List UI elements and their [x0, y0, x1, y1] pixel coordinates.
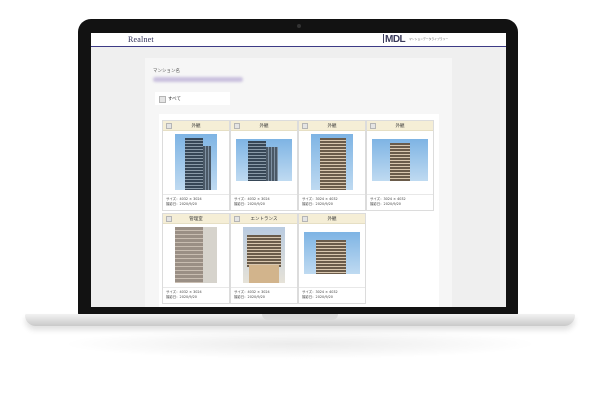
building-photo-icon	[304, 232, 360, 274]
wall-photo-icon	[175, 227, 217, 283]
mdl-logo-subtitle: マンションデータライブラリー	[409, 37, 449, 41]
photo-card[interactable]: 外観 サイズ：3024 × 4032 撮影日：2020/9/20	[298, 120, 366, 211]
photo-card-header: エントランス	[231, 214, 297, 224]
photo-card[interactable]: エントランス サイズ：4032 × 3024 撮影日：2020/9/20	[230, 213, 298, 304]
photo-meta: サイズ：4032 × 3024 撮影日：2020/9/20	[231, 287, 297, 303]
photo-date: 撮影日：2020/9/20	[166, 295, 197, 299]
photo-grid: 外観 サイズ：4032 × 3024 撮影日：2020/9/20 外観 サイズ：…	[159, 114, 439, 307]
laptop-notch	[262, 314, 338, 320]
photo-card-header: 外観	[367, 121, 433, 131]
photo-category: 外観	[327, 123, 337, 129]
mansion-name-label: マンション名	[153, 69, 180, 74]
photo-card[interactable]: 外観 サイズ：3024 × 4032 撮影日：2020/9/20	[366, 120, 434, 211]
photo-date: 撮影日：2020/9/20	[234, 295, 265, 299]
building-photo-icon	[175, 134, 217, 190]
photo-thumbnail-area[interactable]	[163, 224, 229, 287]
photo-thumbnail-area[interactable]	[231, 224, 297, 287]
photo-card-header: 外観	[299, 214, 365, 224]
photo-card-header: 外観	[231, 121, 297, 131]
photo-meta: サイズ：4032 × 3024 撮影日：2020/9/20	[231, 194, 297, 210]
photo-category: 外観	[395, 123, 405, 129]
photo-card-header: 外観	[163, 121, 229, 131]
photo-category: 外観	[327, 216, 337, 222]
photo-thumbnail-area[interactable]	[299, 224, 365, 287]
photo-category: 外観	[191, 123, 201, 129]
select-all-row[interactable]: すべて	[155, 92, 230, 105]
mdl-logo[interactable]: MDL	[383, 34, 406, 45]
photo-meta: サイズ：4032 × 3024 撮影日：2020/9/20	[163, 287, 229, 303]
select-all-label: すべて	[168, 96, 182, 102]
building-photo-icon	[236, 139, 292, 181]
photo-card-header: 外観	[299, 121, 365, 131]
photo-date: 撮影日：2020/9/20	[234, 202, 265, 206]
laptop-screen: Realnet MDL マンションデータライブラリー マンション名 すべて 外観…	[91, 33, 506, 307]
photo-category: エントランス	[250, 216, 278, 222]
photo-thumbnail-area[interactable]	[299, 131, 365, 194]
photo-thumbnail-area[interactable]	[367, 131, 433, 194]
photo-card[interactable]: 外観 サイズ：4032 × 3024 撮影日：2020/9/20	[230, 120, 298, 211]
photo-meta: サイズ：4032 × 3024 撮影日：2020/9/20	[163, 194, 229, 210]
brand-logo[interactable]: Realnet	[128, 35, 154, 44]
photo-date: 撮影日：2020/9/20	[302, 202, 333, 206]
photo-card[interactable]: 外観 サイズ：4032 × 3024 撮影日：2020/9/20	[162, 120, 230, 211]
entrance-photo-icon	[243, 227, 285, 283]
photo-thumbnail-area[interactable]	[231, 131, 297, 194]
photo-card[interactable]: 管理室 サイズ：4032 × 3024 撮影日：2020/9/20	[162, 213, 230, 304]
photo-meta: サイズ：3024 × 4032 撮影日：2020/9/20	[299, 287, 365, 303]
select-all-checkbox[interactable]	[159, 96, 166, 103]
building-photo-icon	[372, 139, 428, 181]
laptop-camera	[297, 24, 301, 28]
laptop-shadow	[60, 329, 540, 359]
photo-card[interactable]: 外観 サイズ：3024 × 4032 撮影日：2020/9/20	[298, 213, 366, 304]
app-header: Realnet MDL マンションデータライブラリー	[91, 33, 506, 47]
photo-meta: サイズ：3024 × 4032 撮影日：2020/9/20	[299, 194, 365, 210]
photo-date: 撮影日：2020/9/20	[166, 202, 197, 206]
photo-date: 撮影日：2020/9/20	[370, 202, 401, 206]
photo-category: 外観	[259, 123, 269, 129]
mdl-logo-text: MDL	[385, 34, 406, 45]
photo-meta: サイズ：3024 × 4032 撮影日：2020/9/20	[367, 194, 433, 210]
mansion-name-value-blurred	[153, 77, 243, 82]
photo-category: 管理室	[189, 216, 203, 222]
logo-mark-icon	[383, 34, 384, 43]
photo-date: 撮影日：2020/9/20	[302, 295, 333, 299]
building-photo-icon	[311, 134, 353, 190]
photo-thumbnail-area[interactable]	[163, 131, 229, 194]
photo-card-header: 管理室	[163, 214, 229, 224]
